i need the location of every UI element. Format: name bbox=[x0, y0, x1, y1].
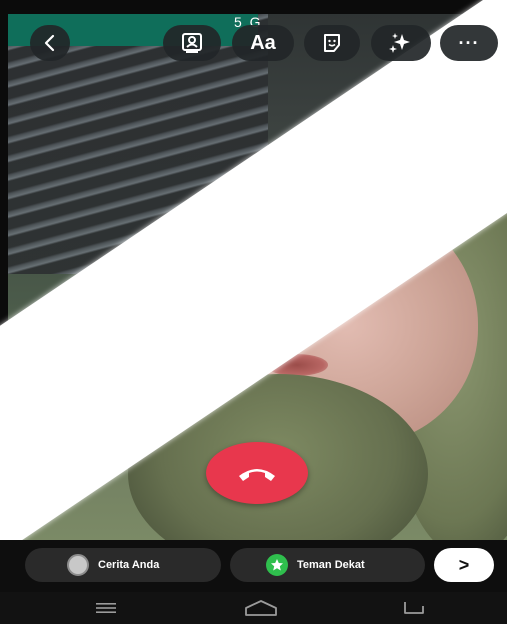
story-label: Cerita Anda bbox=[98, 559, 160, 571]
sticker-icon bbox=[324, 34, 340, 52]
contact-card-icon bbox=[182, 33, 202, 53]
home-button[interactable] bbox=[243, 598, 279, 618]
next-button[interactable]: > bbox=[434, 548, 494, 582]
back-icon bbox=[404, 602, 424, 614]
more-button[interactable]: ··· bbox=[440, 25, 498, 61]
chevron-left-icon bbox=[44, 34, 55, 52]
close-friends-label: Teman Dekat bbox=[297, 559, 365, 571]
close-friends-button[interactable]: Teman Dekat bbox=[230, 548, 425, 582]
end-call-button[interactable] bbox=[206, 442, 308, 504]
screen: 5 G Aa ··· Cerita Anda Teman Dekat > bbox=[0, 0, 507, 624]
star-icon bbox=[266, 554, 288, 576]
home-icon bbox=[245, 600, 277, 616]
story-button[interactable]: Cerita Anda bbox=[25, 548, 221, 582]
sparkles-icon bbox=[389, 33, 410, 53]
recents-button[interactable] bbox=[92, 598, 120, 618]
avatar bbox=[67, 554, 89, 576]
effects-button[interactable] bbox=[371, 25, 431, 61]
recents-icon bbox=[96, 603, 116, 613]
text-tool-label: Aa bbox=[250, 31, 276, 54]
more-label: ··· bbox=[458, 32, 480, 53]
sticker-button[interactable] bbox=[304, 25, 360, 61]
contact-card-button[interactable] bbox=[163, 25, 221, 61]
next-label: > bbox=[458, 554, 470, 575]
phone-hangup-icon bbox=[239, 469, 275, 481]
text-tool-button[interactable]: Aa bbox=[232, 25, 294, 61]
back-button[interactable] bbox=[30, 25, 70, 61]
system-back-button[interactable] bbox=[398, 598, 428, 618]
